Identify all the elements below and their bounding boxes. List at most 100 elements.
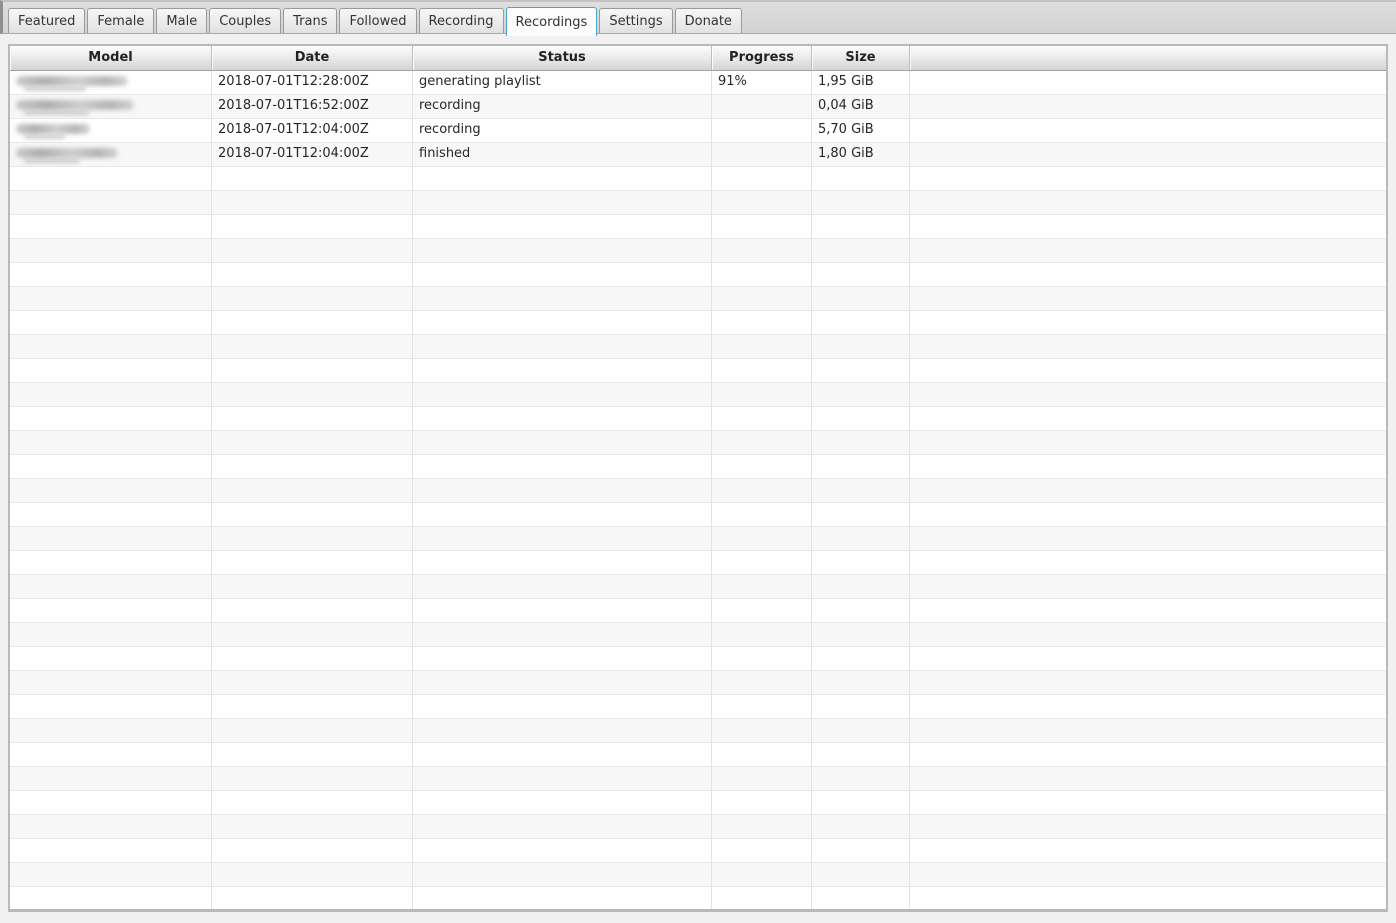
table-row-empty bbox=[10, 599, 1386, 623]
cell-filler bbox=[910, 143, 1386, 166]
tab-followed[interactable]: Followed bbox=[339, 8, 416, 33]
cell-filler bbox=[910, 359, 1386, 382]
cell-date bbox=[212, 479, 413, 502]
cell-status bbox=[413, 887, 712, 910]
table-row-empty bbox=[10, 359, 1386, 383]
table-row-empty bbox=[10, 431, 1386, 455]
tab-male[interactable]: Male bbox=[156, 8, 207, 33]
tab-female[interactable]: Female bbox=[87, 8, 154, 33]
table-row[interactable]: 2018-07-01T12:28:00Zgenerating playlist9… bbox=[10, 71, 1386, 95]
cell-filler bbox=[910, 239, 1386, 262]
tab-featured[interactable]: Featured bbox=[8, 8, 85, 33]
cell-size bbox=[812, 863, 910, 886]
cell-size bbox=[812, 359, 910, 382]
cell-date bbox=[212, 767, 413, 790]
cell-filler bbox=[910, 311, 1386, 334]
cell-model bbox=[10, 215, 212, 238]
cell-size bbox=[812, 407, 910, 430]
column-header-size[interactable]: Size bbox=[812, 46, 910, 70]
cell-progress bbox=[712, 671, 812, 694]
cell-status bbox=[413, 479, 712, 502]
cell-progress bbox=[712, 599, 812, 622]
cell-filler bbox=[910, 647, 1386, 670]
redacted-model-name bbox=[16, 76, 128, 91]
cell-date bbox=[212, 407, 413, 430]
cell-date bbox=[212, 215, 413, 238]
cell-model bbox=[10, 695, 212, 718]
table-row-empty bbox=[10, 383, 1386, 407]
cell-date: 2018-07-01T12:28:00Z bbox=[212, 71, 413, 94]
tab-settings[interactable]: Settings bbox=[599, 8, 672, 33]
column-header-progress[interactable]: Progress bbox=[712, 46, 812, 70]
cell-status: recording bbox=[413, 95, 712, 118]
cell-size bbox=[812, 287, 910, 310]
cell-date bbox=[212, 263, 413, 286]
table-row-empty bbox=[10, 767, 1386, 791]
column-header-model[interactable]: Model bbox=[10, 46, 212, 70]
cell-model bbox=[10, 743, 212, 766]
table-row-empty bbox=[10, 479, 1386, 503]
cell-date bbox=[212, 815, 413, 838]
cell-filler bbox=[910, 815, 1386, 838]
cell-model bbox=[10, 287, 212, 310]
cell-filler bbox=[910, 887, 1386, 910]
tab-donate[interactable]: Donate bbox=[675, 8, 742, 33]
cell-model bbox=[10, 167, 212, 190]
cell-model bbox=[10, 383, 212, 406]
table-row[interactable]: 2018-07-01T16:52:00Zrecording0,04 GiB bbox=[10, 95, 1386, 119]
cell-model bbox=[10, 71, 212, 94]
table-row[interactable]: 2018-07-01T12:04:00Zrecording5,70 GiB bbox=[10, 119, 1386, 143]
cell-size bbox=[812, 815, 910, 838]
column-header-date[interactable]: Date bbox=[212, 46, 413, 70]
cell-status bbox=[413, 215, 712, 238]
cell-size bbox=[812, 263, 910, 286]
cell-model bbox=[10, 335, 212, 358]
cell-status bbox=[413, 671, 712, 694]
table-row-empty bbox=[10, 575, 1386, 599]
cell-date bbox=[212, 383, 413, 406]
table-row[interactable]: 2018-07-01T12:04:00Zfinished1,80 GiB bbox=[10, 143, 1386, 167]
tab-recordings[interactable]: Recordings bbox=[506, 7, 598, 36]
table-row-empty bbox=[10, 815, 1386, 839]
cell-date bbox=[212, 599, 413, 622]
cell-status bbox=[413, 503, 712, 526]
cell-model bbox=[10, 239, 212, 262]
tab-recording[interactable]: Recording bbox=[419, 8, 504, 33]
cell-model bbox=[10, 647, 212, 670]
cell-progress bbox=[712, 503, 812, 526]
cell-size bbox=[812, 719, 910, 742]
cell-date bbox=[212, 719, 413, 742]
cell-size bbox=[812, 191, 910, 214]
cell-model bbox=[10, 815, 212, 838]
tab-trans[interactable]: Trans bbox=[283, 8, 337, 33]
cell-filler bbox=[910, 503, 1386, 526]
cell-progress bbox=[712, 119, 812, 142]
cell-model bbox=[10, 527, 212, 550]
cell-model bbox=[10, 263, 212, 286]
cell-date bbox=[212, 335, 413, 358]
cell-date bbox=[212, 623, 413, 646]
table-row-empty bbox=[10, 551, 1386, 575]
cell-progress bbox=[712, 263, 812, 286]
cell-model bbox=[10, 719, 212, 742]
cell-size bbox=[812, 239, 910, 262]
redacted-model-name bbox=[16, 124, 90, 139]
cell-date: 2018-07-01T16:52:00Z bbox=[212, 95, 413, 118]
cell-size bbox=[812, 647, 910, 670]
table-row-empty bbox=[10, 695, 1386, 719]
cell-progress bbox=[712, 287, 812, 310]
cell-date bbox=[212, 311, 413, 334]
cell-filler bbox=[910, 431, 1386, 454]
cell-progress bbox=[712, 359, 812, 382]
cell-status bbox=[413, 287, 712, 310]
tab-couples[interactable]: Couples bbox=[209, 8, 281, 33]
column-header-status[interactable]: Status bbox=[413, 46, 712, 70]
cell-filler bbox=[910, 719, 1386, 742]
cell-status bbox=[413, 767, 712, 790]
cell-filler bbox=[910, 527, 1386, 550]
table-row-empty bbox=[10, 311, 1386, 335]
cell-status bbox=[413, 791, 712, 814]
cell-model bbox=[10, 575, 212, 598]
cell-progress bbox=[712, 863, 812, 886]
cell-size bbox=[812, 335, 910, 358]
